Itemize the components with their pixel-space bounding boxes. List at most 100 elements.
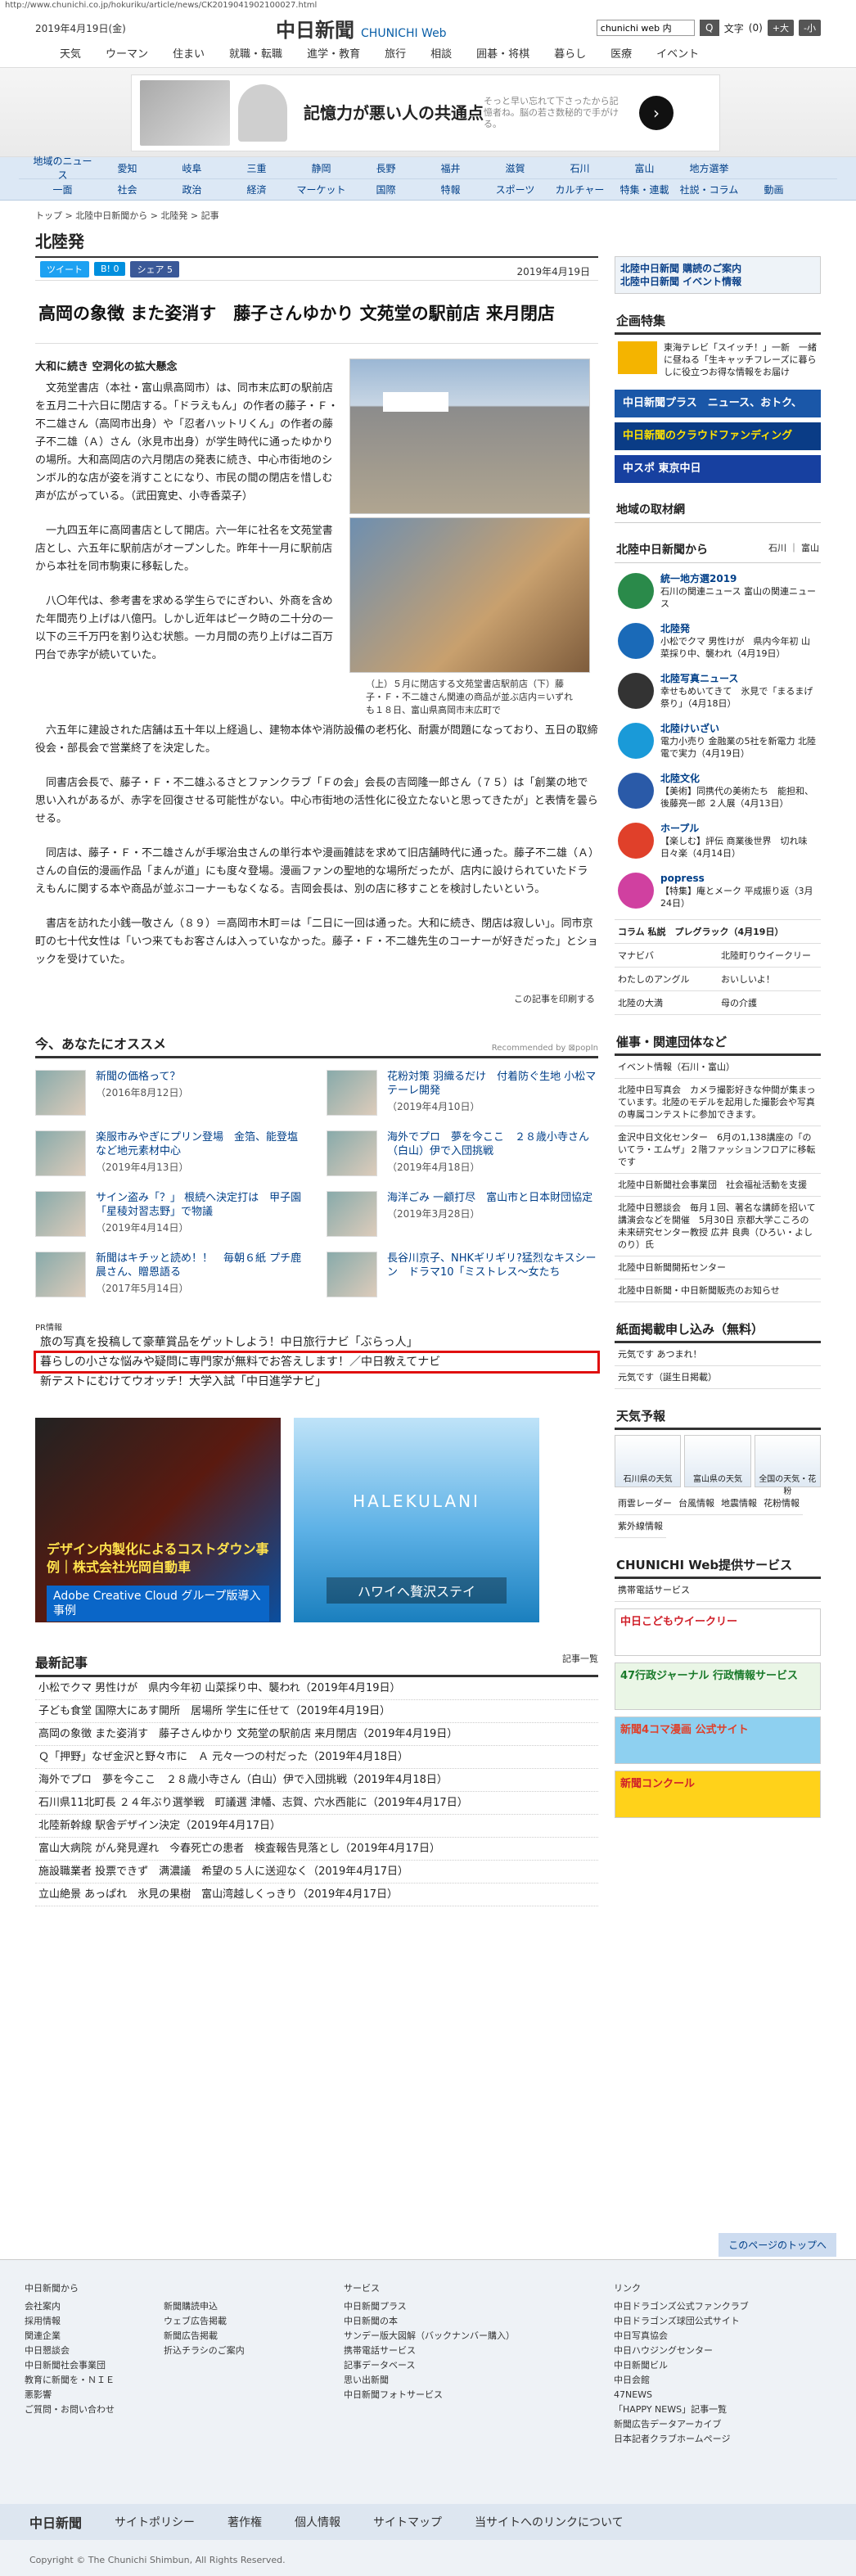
tweet-button[interactable]: ツイート (40, 260, 89, 277)
page-top-button[interactable]: このページのトップへ (719, 2233, 836, 2257)
top-nav-item[interactable]: 囲碁・将棋 (476, 45, 529, 61)
footer-link[interactable]: 新聞広告データアーカイブ (614, 2417, 810, 2432)
footer-link[interactable]: 中日会館 (614, 2373, 810, 2388)
footer-link[interactable]: 採用情報 (25, 2314, 164, 2329)
footer-bar-link[interactable]: 当サイトへのリンクについて (475, 2514, 624, 2530)
latest-article-link[interactable]: 立山絶景 あっぱれ 氷見の果樹 富山湾越しくっきり（2019年4月17日） (35, 1884, 598, 1906)
latest-article-link[interactable]: 石川県11北町長 ２４年ぶり選挙戦 町議選 津幡、志賀、穴水西能に（2019年4… (35, 1792, 598, 1815)
footer-link[interactable]: 中日新聞の本 (344, 2314, 614, 2329)
footer-link[interactable]: 中日ドラゴンズ球団公式サイト (614, 2314, 810, 2329)
weather-link[interactable]: 雨雲レーダー (615, 1492, 675, 1515)
company-item[interactable]: 金沢中日文化センター 6月の1,138講座の「のいてラ・エムザ」２階ファッション… (615, 1126, 821, 1174)
from-news-item[interactable]: ホープル 【楽しむ】評伝 商業後世界 切れ味 日々楽（4月14日） (618, 816, 818, 866)
recommend-item[interactable]: 新聞の価格って？ （2016年8月12日） (35, 1070, 307, 1116)
feature-item[interactable]: 東海テレビ「スイッチ！」一新 一緒に昼ねる「生キャッチフレーズに暮らしに役立つお… (615, 335, 821, 385)
recommend-title[interactable]: 海洋ごみ 一顧打尽 富山市と日本財団協定 (387, 1191, 592, 1205)
recommend-thumbnail[interactable] (35, 1130, 86, 1176)
latest-article-link[interactable]: 小松でクマ 男性けが 県内今年初 山菜採り中、襲われ（2019年4月19日） (35, 1677, 598, 1700)
recommend-thumbnail[interactable] (327, 1252, 377, 1297)
latest-article-link[interactable]: 富山大病院 がん発見遅れ 今春死亡の患者 検査報告見落とし（2019年4月17日… (35, 1838, 598, 1861)
from-news-head[interactable]: 統一地方選2019 (660, 573, 818, 585)
latest-article-link[interactable]: 北陸新幹線 駅舎デザイン決定（2019年4月17日） (35, 1815, 598, 1838)
footer-link[interactable]: 日本記者クラブホームページ (614, 2432, 810, 2447)
recommend-title[interactable]: 新聞はキチッと読め！！ 毎朝６紙 プチ鹿晨さん、贈恩語る (96, 1252, 307, 1279)
from-news-body[interactable]: 石川の関連ニュース 富山の関連ニュース (660, 586, 816, 609)
weather-link[interactable]: 台風情報 (675, 1492, 718, 1515)
from-news-head[interactable]: 北陸けいざい (660, 723, 818, 735)
pr-link[interactable]: 新テストにむけてウオッチ！大学入試「中日進学ナビ」 (35, 1372, 598, 1392)
from-news-head[interactable]: 北陸発 (660, 623, 818, 635)
gyosei-banner[interactable]: 47行政ジャーナル 行政情報サービス (615, 1662, 821, 1710)
column-link[interactable]: 北陸の大満 (615, 991, 718, 1015)
newspaper-contest-banner[interactable]: 新聞コンクール (615, 1771, 821, 1818)
footer-link[interactable]: 新聞広告掲載 (164, 2329, 344, 2344)
from-news-item[interactable]: 北陸けいざい 電力小売り 金融業の5社を新電力 北陸電で実力（4月19日） (618, 716, 818, 766)
weather-national[interactable]: 全国の天気・花粉 (754, 1435, 821, 1496)
footer-link[interactable]: 教育に新聞を・ＮＩＥ (25, 2373, 164, 2388)
recommend-item[interactable]: サイン盗み「？」 根続へ決定打は 甲子園「星稜対習志野」で物議 （2019年4月1… (35, 1191, 307, 1237)
recommend-item[interactable]: 長谷川京子、NHKギリギリ?猛烈なキスシーン ドラマ10「ミストレス～女たち (327, 1252, 598, 1297)
footer-link[interactable]: 記事データベース (344, 2358, 614, 2373)
region-nav-item[interactable]: 地域のニュース (30, 154, 95, 182)
font-smaller-button[interactable]: -小 (799, 20, 821, 36)
company-item[interactable]: 北陸中日懇談会 毎月１回、著名な講師を招いて講演会などを開催 5月30日 京都大… (615, 1197, 821, 1256)
site-logo[interactable]: 中日新聞 CHUNICHI Web (276, 14, 447, 43)
from-news-body[interactable]: 電力小売り 金融業の5社を新電力 北陸電で実力（4月19日） (660, 736, 816, 759)
from-news-head[interactable]: 北陸写真ニュース (660, 673, 818, 685)
column-link[interactable]: 北陸町りウイークリー (718, 944, 821, 968)
region-nav-item[interactable]: 愛知 (95, 161, 160, 175)
genre-nav-item[interactable]: 特集・連載 (612, 183, 677, 196)
top-ad[interactable]: 記憶力が悪い人の共通点 そっと早い忘れて下さったから記憶者ね。脳の若さ数秘的で手… (131, 74, 720, 151)
top-nav-item[interactable]: 暮らし (554, 45, 586, 61)
subscribe-link[interactable]: 北陸中日新聞 購読のご案内 北陸中日新聞 イベント情報 (615, 257, 820, 293)
facebook-share-button[interactable]: シェア 5 (130, 260, 179, 277)
footer-bar-link[interactable]: サイトポリシー (115, 2514, 195, 2530)
from-news-body[interactable]: 【楽しむ】評伝 商業後世界 切れ味 日々楽（4月14日） (660, 836, 808, 859)
service-link[interactable]: 携帯電話サービス (615, 1579, 821, 1602)
footer-link[interactable]: 新聞購読申込 (164, 2299, 344, 2314)
footer-link[interactable]: 関連企業 (25, 2329, 164, 2344)
top-nav-item[interactable]: イベント (656, 45, 699, 61)
top-nav-item[interactable]: ウーマン (106, 45, 148, 61)
genre-nav-item[interactable]: 社会 (95, 183, 160, 196)
weather-link[interactable]: 地震情報 (718, 1492, 760, 1515)
top-nav-item[interactable]: 進学・教育 (307, 45, 360, 61)
region-nav-item[interactable]: 富山 (612, 161, 677, 175)
recommend-title[interactable]: 新聞の価格って？ (96, 1070, 188, 1084)
from-news-body[interactable]: 【特集】庵とメーク 平成振り返（3月24日） (660, 886, 813, 909)
latest-article-link[interactable]: 高岡の象徴 また姿消す 藤子さんゆかり 文苑堂の駅前店 来月閉店（2019年4月… (35, 1723, 598, 1746)
footer-link[interactable]: 中日ハウジングセンター (614, 2344, 810, 2358)
company-item[interactable]: 北陸中日新聞開拓センター (615, 1256, 821, 1279)
article-list-link[interactable]: 記事一覧 (562, 1652, 598, 1671)
recommend-thumbnail[interactable] (35, 1070, 86, 1116)
recommend-title[interactable]: 花粉対策 羽織るだけ 付着防ぐ生地 小松マテーレ開発 (387, 1070, 598, 1098)
from-news-item[interactable]: 北陸文化 【美術】同携代の美術たち 能担和、後藤亮一郎 ２人展（4月13日） (618, 766, 818, 816)
store-photo[interactable] (349, 359, 590, 514)
from-news-body[interactable]: 【美術】同携代の美術たち 能担和、後藤亮一郎 ２人展（4月13日） (660, 786, 813, 809)
footer-link[interactable]: 折込チラシのご案内 (164, 2344, 344, 2358)
genre-nav-item[interactable]: 国際 (354, 183, 418, 196)
region-nav-item[interactable]: 福井 (418, 161, 483, 175)
search-input[interactable] (596, 20, 695, 36)
from-news-head[interactable]: 北陸文化 (660, 773, 818, 785)
footer-link[interactable]: 携帯電話サービス (344, 2344, 614, 2358)
footer-link[interactable]: 会社案内 (25, 2299, 164, 2314)
from-news-body[interactable]: 幸せもめいてきて 氷見で「まるまげ祭り」（4月18日） (660, 686, 813, 709)
column-title[interactable]: コラム 私説 プレグラック（4月19日） (615, 920, 821, 944)
from-news-item[interactable]: 北陸発 小松でクマ 男性けが 県内今年初 山菜採り中、襲われ（4月19日） (618, 616, 818, 666)
footer-link[interactable]: 中日新聞社会事業団 (25, 2358, 164, 2373)
company-item[interactable]: イベント情報（石川・富山） (615, 1056, 821, 1079)
recommend-item[interactable]: 花粉対策 羽織るだけ 付着防ぐ生地 小松マテーレ開発 （2019年4月10日） (327, 1070, 598, 1116)
apply-link[interactable]: 元気です（誕生日掲載） (615, 1366, 821, 1389)
company-item[interactable]: 北陸中日写真会 カメラ撮影好きな仲間が集まっています。北陸のモデルを起用した撮影… (615, 1079, 821, 1126)
company-item[interactable]: 北陸中日新聞社会事業団 社会福祉活動を支援 (615, 1174, 821, 1197)
hawaii-ad[interactable]: HALEKULANI ハワイへ贅沢ステイ (294, 1418, 539, 1622)
chunichi-plus-banner[interactable]: 中日新聞プラス ニュース、おトク、 (615, 390, 821, 417)
genre-nav-item[interactable]: 一面 (30, 183, 95, 196)
recommend-thumbnail[interactable] (327, 1191, 377, 1237)
genre-nav-item[interactable]: マーケット (289, 183, 354, 196)
genre-nav-item[interactable]: 政治 (160, 183, 224, 196)
footer-link[interactable]: 中日新聞ビル (614, 2358, 810, 2373)
footer-bar-link[interactable]: サイトマップ (373, 2514, 442, 2530)
region-nav-item[interactable]: 静岡 (289, 161, 354, 175)
